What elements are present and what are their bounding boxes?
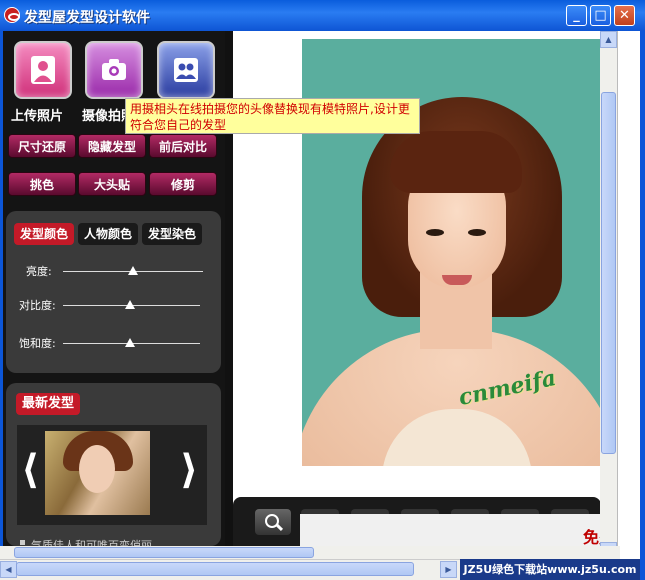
zoom-icon[interactable] bbox=[255, 509, 291, 535]
hairstyle-thumbnail[interactable] bbox=[45, 431, 150, 515]
photo-sticker-button[interactable]: 大头贴 bbox=[78, 172, 146, 196]
contrast-slider-thumb[interactable] bbox=[125, 300, 135, 309]
tab-hair-dye[interactable]: 发型染色 bbox=[142, 223, 202, 245]
brightness-slider-thumb[interactable] bbox=[128, 266, 138, 275]
app-icon bbox=[4, 7, 20, 23]
close-button[interactable]: ✕ bbox=[614, 5, 635, 26]
scroll-up-icon[interactable]: ▲ bbox=[600, 31, 617, 48]
scroll-right-icon[interactable]: ▶ bbox=[440, 561, 457, 578]
saturation-label: 饱和度: bbox=[19, 337, 56, 350]
vertical-scroll-thumb[interactable] bbox=[601, 92, 616, 454]
new-hairstyles-title: 最新发型 bbox=[16, 393, 81, 415]
tooltip: 用摄相头在线拍摄您的头像替换现有模特照片,设计更符合您自己的发型 bbox=[125, 98, 420, 134]
saturation-slider-thumb[interactable] bbox=[125, 338, 135, 347]
maximize-button[interactable]: □ bbox=[590, 5, 611, 26]
pick-color-button[interactable]: 挑色 bbox=[8, 172, 76, 196]
outer-horizontal-scroll-thumb[interactable] bbox=[16, 562, 414, 576]
right-pane bbox=[617, 31, 640, 559]
compare-button[interactable]: 前后对比 bbox=[149, 134, 217, 158]
upload-photo-label: 上传照片 bbox=[11, 109, 64, 124]
tab-person-color[interactable]: 人物颜色 bbox=[78, 223, 138, 245]
new-hairstyles-panel: 最新发型 ⟨ ⟩ 气质佳人和可唯百变俏丽 bbox=[6, 383, 221, 552]
horizontal-scroll-thumb[interactable] bbox=[14, 547, 314, 558]
scroll-left-icon[interactable]: ◀ bbox=[0, 561, 17, 578]
trim-button[interactable]: 修剪 bbox=[149, 172, 217, 196]
window-frame-right bbox=[640, 31, 645, 580]
upload-photo-icon bbox=[31, 56, 55, 84]
people-icon bbox=[174, 58, 198, 82]
minimize-button[interactable]: _ bbox=[566, 5, 587, 26]
next-style-arrow[interactable]: ⟩ bbox=[180, 450, 198, 490]
tab-hair-color[interactable]: 发型颜色 bbox=[14, 223, 74, 245]
color-adjust-panel: 发型颜色 人物颜色 发型染色 亮度: 对比度: 饱和度: bbox=[6, 211, 221, 373]
contrast-label: 对比度: bbox=[19, 299, 56, 312]
list-bullet-icon bbox=[20, 540, 25, 545]
site-banner[interactable]: JZ5U绿色下载站www.jz5u.com bbox=[460, 559, 640, 580]
hide-hairstyle-button[interactable]: 隐藏发型 bbox=[78, 134, 146, 158]
model-select-button[interactable] bbox=[157, 41, 215, 99]
upload-photo-button[interactable] bbox=[14, 41, 72, 99]
camera-capture-button[interactable] bbox=[85, 41, 143, 99]
prev-style-arrow[interactable]: ⟨ bbox=[21, 450, 39, 490]
window-title: 发型屋发型设计软件 bbox=[24, 10, 150, 26]
hairstyle-carousel: ⟨ ⟩ bbox=[17, 425, 207, 525]
reset-size-button[interactable]: 尺寸还原 bbox=[8, 134, 76, 158]
camera-icon bbox=[102, 59, 126, 80]
brightness-label: 亮度: bbox=[26, 265, 52, 278]
